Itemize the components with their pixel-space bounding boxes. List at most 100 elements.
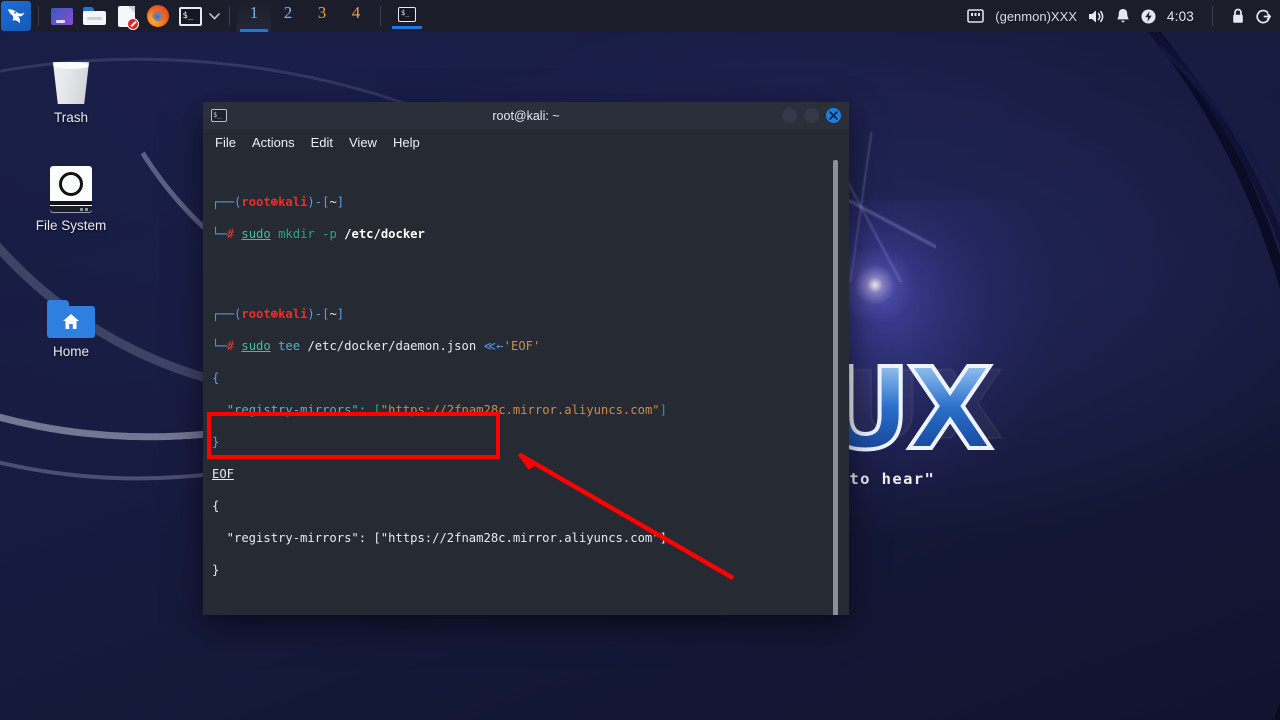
- prompt-line: ┌──(root⊛kali)-[~]: [212, 307, 345, 321]
- eof-marker: EOF: [212, 467, 235, 481]
- display-icon[interactable]: [967, 9, 985, 23]
- kali-dragon-icon[interactable]: [1, 1, 31, 31]
- terminal-text: ┌──(root⊛kali)-[~] └─# sudo mkdir -p /et…: [212, 162, 827, 615]
- terminal-output-area[interactable]: ┌──(root⊛kali)-[~] └─# sudo mkdir -p /et…: [203, 156, 849, 615]
- output-line-body: "registry-mirrors": ["https://2fnam28c.m…: [212, 530, 827, 546]
- prompt-user: root: [241, 195, 271, 209]
- panel-separator: [229, 6, 230, 26]
- desktop-icon-trash[interactable]: Trash: [16, 48, 126, 125]
- desktop-icon-file-system-label: File System: [35, 218, 107, 233]
- json-value: "https://2fnam28c.mirror.aliyuncs.com": [380, 403, 660, 417]
- output-line-open: {: [212, 498, 827, 514]
- trash-icon: [16, 48, 126, 104]
- heredoc-line-key: "registry-mirrors": ["https://2fnam28c.m…: [212, 402, 827, 418]
- home-folder-icon: [16, 282, 126, 338]
- prompt-at-icon: ⊛: [270, 195, 279, 209]
- workspace-button-2[interactable]: 2: [271, 0, 305, 32]
- workspace-button-3[interactable]: 3: [305, 0, 339, 32]
- logout-icon[interactable]: [1256, 9, 1271, 24]
- terminal-scrollbar[interactable]: [833, 160, 838, 615]
- panel-separator: [38, 6, 39, 26]
- sudo-token: sudo: [241, 339, 271, 353]
- workspace-button-1[interactable]: 1: [237, 0, 271, 32]
- terminal-window[interactable]: $_ root@kali: ~ File Actions Edit View H…: [203, 102, 849, 615]
- heredoc-line-open: {: [212, 370, 827, 386]
- prompt-user: root: [241, 307, 271, 321]
- panel-separator: [380, 6, 381, 26]
- terminal-menubar: File Actions Edit View Help: [203, 129, 849, 156]
- menu-file[interactable]: File: [215, 135, 236, 150]
- terminal-scrollbar-thumb[interactable]: [833, 160, 838, 615]
- workspace-label: 2: [283, 3, 293, 22]
- flag-token: -p: [322, 227, 337, 241]
- desktop-icon-file-system[interactable]: File System: [16, 156, 126, 233]
- command-line-2: └─# sudo tee /etc/docker/daemon.json ≪←'…: [212, 339, 541, 353]
- taskbar-terminal-window[interactable]: $_: [392, 3, 422, 29]
- desktop-icon-home[interactable]: Home: [16, 282, 126, 359]
- lock-icon[interactable]: [1231, 8, 1245, 24]
- system-tray: (genmon)XXX 4:03: [967, 6, 1280, 26]
- output-brace: }: [212, 563, 220, 577]
- command-token: mkdir: [278, 227, 315, 241]
- json-bracket: ]: [659, 403, 667, 417]
- path-token: /etc/docker/daemon.json: [307, 339, 477, 353]
- file-manager-launcher[interactable]: [49, 3, 75, 29]
- maximize-button[interactable]: [804, 108, 819, 123]
- workspace-label: 4: [351, 3, 361, 22]
- terminal-title: root@kali: ~: [492, 108, 560, 123]
- harddisk-icon: [16, 156, 126, 212]
- genmon-label: (genmon)XXX: [995, 8, 1077, 24]
- firefox-icon: [147, 5, 169, 27]
- prompt-sigil: #: [226, 227, 235, 241]
- document-icon: [117, 5, 139, 30]
- workspace-label: 1: [249, 3, 259, 22]
- panel-separator: [1212, 6, 1213, 26]
- prompt-path: ~: [329, 307, 337, 321]
- desktop-icon-home-label: Home: [52, 344, 89, 359]
- output-text: "registry-mirrors": ["https://2fnam28c.m…: [212, 531, 667, 545]
- prompt-at-icon: ⊛: [270, 307, 279, 321]
- json-brace: }: [212, 435, 220, 449]
- wallpaper-quote-highlight: to hear": [849, 470, 936, 488]
- output-brace: {: [212, 499, 220, 513]
- power-bolt-icon[interactable]: [1141, 9, 1156, 24]
- terminal-launcher[interactable]: $_: [177, 3, 203, 29]
- json-brace: {: [212, 371, 220, 385]
- eof-token: 'EOF': [503, 339, 541, 353]
- top-panel: $_ 1 2 3 4 $_ (genmon)XXX 4:03: [0, 0, 1280, 32]
- sudo-token: sudo: [241, 227, 271, 241]
- menu-view[interactable]: View: [349, 135, 377, 150]
- prompt-path: ~: [329, 195, 337, 209]
- text-editor-launcher[interactable]: [113, 3, 139, 30]
- prompt-line: ┌──(root⊛kali)-[~]: [212, 195, 345, 209]
- menu-help[interactable]: Help: [393, 135, 420, 150]
- chevron-down-icon[interactable]: [206, 5, 222, 27]
- folder-icon: [82, 7, 106, 25]
- prompt-host: kali: [278, 195, 308, 209]
- terminal-icon: $_: [398, 7, 416, 22]
- workspace-label: 3: [317, 3, 327, 22]
- bell-icon[interactable]: [1116, 8, 1130, 24]
- menu-actions[interactable]: Actions: [252, 135, 295, 150]
- json-key: "registry-mirrors":: [226, 403, 367, 417]
- terminal-icon: $_: [178, 6, 202, 26]
- heredoc-eof-marker: EOF: [212, 466, 827, 482]
- workspace-button-4[interactable]: 4: [339, 0, 373, 32]
- clock[interactable]: 4:03: [1167, 9, 1194, 24]
- volume-icon[interactable]: [1088, 9, 1105, 24]
- firefox-launcher[interactable]: [145, 3, 171, 29]
- menu-edit[interactable]: Edit: [311, 135, 333, 150]
- close-button[interactable]: [826, 108, 841, 123]
- desktop-icon-trash-label: Trash: [53, 110, 88, 125]
- heredoc-operator: ≪←: [483, 339, 504, 353]
- folder-launcher[interactable]: [81, 3, 107, 29]
- prompt-sigil: #: [226, 339, 235, 353]
- heredoc-line-close: }: [212, 434, 827, 450]
- terminal-titlebar[interactable]: $_ root@kali: ~: [203, 102, 849, 129]
- files-icon: [51, 7, 73, 25]
- minimize-button[interactable]: [782, 108, 797, 123]
- prompt-host: kali: [278, 307, 308, 321]
- output-line-close: }: [212, 562, 827, 578]
